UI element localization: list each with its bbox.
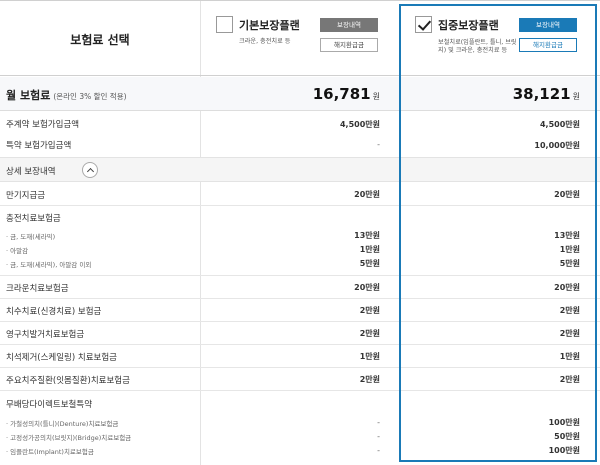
plan-basic-checkbox[interactable] [216,16,233,33]
sub-row-value-basic: - [377,418,380,427]
table-row: 특약 보험가입금액 - 10,000만원 [0,134,600,157]
detail-title: 상세 보장내역 [6,167,56,177]
sub-row-value-basic: 1만원 [359,245,380,254]
row-value-focused: 1만원 [559,352,580,361]
sub-row-value-focused: 100만원 [548,418,580,427]
row-value-basic: 1만원 [359,352,380,361]
sub-row-value-basic: 13만원 [354,231,380,240]
row-label: 치수치료(신경치료) 보험금 [6,307,102,317]
plan-basic-name[interactable]: 기본보장플랜 [239,17,300,33]
premium-focused: 38,121 원 [513,85,580,103]
plan-comparison-table: 보험료 선택 기본보장플랜 크라운, 충전치료 등 보장내역 해지환급금 집중보… [0,0,600,465]
plan-focused-detail-button[interactable]: 보장내역 [519,18,577,32]
plan-basic-refund-button[interactable]: 해지환급금 [320,38,378,52]
sub-row-value-focused: 13만원 [554,231,580,240]
table-row: 크라운치료보험금 20만원 20만원 [0,276,600,299]
plan-focused-name[interactable]: 집중보장플랜 [438,17,499,33]
detail-section-header: 상세 보장내역 [0,157,600,182]
header-title: 보험료 선택 [70,33,130,47]
row-label: 영구치발거치료보험금 [6,330,85,340]
row-value-focused: 4,500만원 [539,120,580,129]
sub-row-label: · 금, 도재(세라믹) [6,233,56,241]
sub-row-label: · 금, 도재(세라믹), 아말감 이외 [6,261,92,269]
row-value-focused: 2만원 [559,375,580,384]
table-row: 영구치발거치료보험금 2만원 2만원 [0,322,600,345]
row-value-basic: 20만원 [354,283,380,292]
sub-row-value-focused: 50만원 [554,432,580,441]
sub-row-label: · 임플란트(Implant)치료보험금 [6,448,94,456]
table-row: 충전치료보험금 · 금, 도재(세라믹) 13만원 13만원 · 아말감 1만원… [0,206,600,276]
row-value-focused: 2만원 [559,306,580,315]
row-label: 크라운치료보험금 [6,284,69,294]
premium-label: 월 보험료 (온라인 3% 할인 적용) [6,87,127,103]
row-value-focused: 20만원 [554,190,580,199]
row-value-basic: 2만원 [359,329,380,338]
row-value-basic: 2만원 [359,306,380,315]
premium-basic: 16,781 원 [313,85,380,103]
sub-row-label: · 가철성의치(틀니)(Denture)치료보험금 [6,420,119,428]
row-label: 주계약 보험가입금액 [6,120,80,130]
plan-focused-desc: 보철치료(임플란트, 틀니, 브릿지) 및 크라운, 충전치료 등 [438,39,517,54]
table-row: 주계약 보험가입금액 4,500만원 4,500만원 [0,111,600,134]
row-label: 치석제거(스케일링) 치료보험금 [6,353,117,363]
row-label: 주요치주질환(잇몸질환)치료보험금 [6,376,130,386]
sub-row-value-basic: - [377,432,380,441]
table-row: 치수치료(신경치료) 보험금 2만원 2만원 [0,299,600,322]
row-value-basic: 20만원 [354,190,380,199]
table-row: 무배당다이렉트보철특약 · 가철성의치(틀니)(Denture)치료보험금 - … [0,391,600,461]
premium-unit: 원 [572,92,580,101]
plan-focused-refund-button[interactable]: 해지환급금 [519,38,577,52]
sub-row-value-focused: 5만원 [559,259,580,268]
premium-basic-value: 16,781 [312,85,371,103]
premium-row: 월 보험료 (온라인 3% 할인 적용) 16,781 원 38,121 원 [0,77,600,111]
row-label: 무배당다이렉트보철특약 [6,400,93,410]
row-value-focused: 2만원 [559,329,580,338]
row-label: 특약 보험가입금액 [6,141,72,151]
premium-unit: 원 [372,92,380,101]
table-row: 치석제거(스케일링) 치료보험금 1만원 1만원 [0,345,600,368]
plan-basic-detail-button[interactable]: 보장내역 [320,18,378,32]
sub-row-value-basic: 5만원 [359,259,380,268]
chevron-up-icon[interactable] [82,162,98,178]
row-label: 충전치료보험금 [6,214,61,224]
plan-focused-checkbox[interactable] [415,16,432,33]
row-value-basic: 4,500만원 [339,120,380,129]
table-row: 주요치주질환(잇몸질환)치료보험금 2만원 2만원 [0,368,600,391]
table-header: 보험료 선택 기본보장플랜 크라운, 충전치료 등 보장내역 해지환급금 집중보… [0,0,600,76]
row-value-basic: 2만원 [359,375,380,384]
premium-label-sub: (온라인 3% 할인 적용) [53,92,127,101]
sub-row-value-basic: - [377,446,380,455]
row-value-focused: 20만원 [554,283,580,292]
sub-row-label: · 고정성가공의치(브릿지)(Bridge)치료보험금 [6,434,132,442]
row-value-focused: 10,000만원 [534,141,580,150]
row-label: 만기지급금 [6,191,46,201]
premium-label-text: 월 보험료 [6,89,51,102]
sub-row-label: · 아말감 [6,247,29,255]
sub-row-value-focused: 1만원 [559,245,580,254]
row-value-basic: - [377,140,380,149]
premium-focused-value: 38,121 [512,85,571,103]
plan-basic-desc: 크라운, 충전치료 등 [239,38,291,45]
table-row: 만기지급금 20만원 20만원 [0,182,600,206]
sub-row-value-focused: 100만원 [548,446,580,455]
